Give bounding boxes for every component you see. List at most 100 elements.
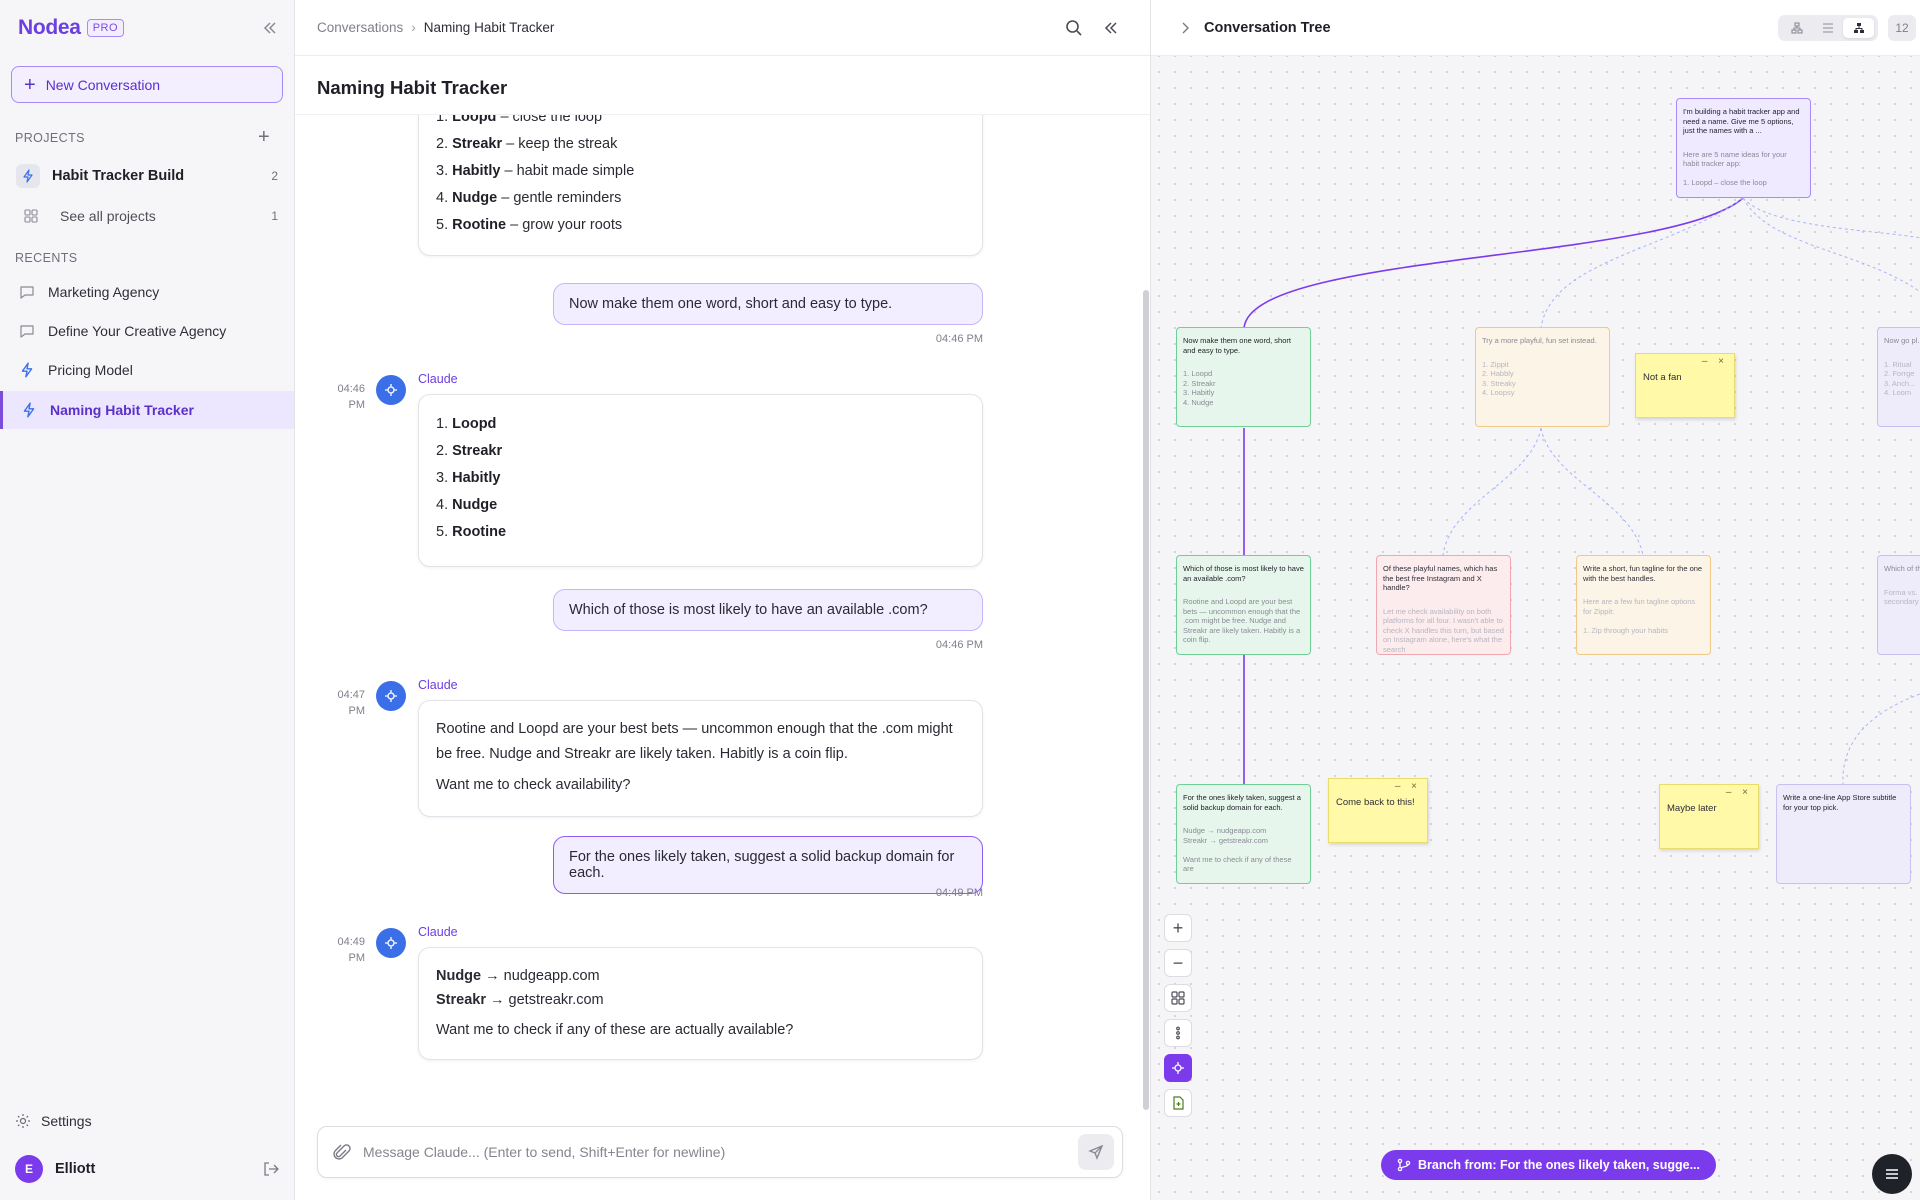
message-timestamp: 04:46 PM	[935, 333, 983, 345]
node-answer: 1. Zippit 2. Habbly 3. Streaky 4. Loopsy	[1482, 359, 1516, 398]
collapse-sidebar-icon[interactable]	[260, 18, 280, 38]
list-item: 3. Habitly	[436, 470, 501, 486]
chevron-right-icon: ›	[411, 20, 416, 35]
add-project-icon[interactable]: +	[258, 126, 270, 149]
grid-icon	[22, 207, 40, 225]
menu-icon	[1886, 1169, 1898, 1179]
logout-icon[interactable]	[262, 1160, 280, 1178]
zoom-out-button[interactable]: −	[1164, 949, 1192, 977]
tree-view-icon[interactable]	[1781, 18, 1812, 38]
edge-active	[1243, 197, 1744, 329]
chat-scrollbar[interactable]	[1143, 290, 1149, 1110]
sidebar-item-marketing-agency[interactable]: Marketing Agency	[0, 274, 294, 310]
tree-node[interactable]: Write a one-line App Store subtitle for …	[1776, 784, 1911, 884]
zoom-in-button[interactable]: +	[1164, 914, 1192, 942]
user-profile[interactable]: E Elliott	[15, 1155, 95, 1183]
search-icon[interactable]	[1064, 18, 1084, 38]
sidebar-project-habit-tracker[interactable]: Habit Tracker Build 2	[0, 158, 294, 194]
message-text: Streakr → getstreakr.com	[436, 992, 604, 1008]
sidebar: Nodea PRO + New Conversation PROJECTS + …	[0, 0, 295, 1200]
settings-label: Settings	[41, 1113, 92, 1129]
assistant-name: Claude	[418, 678, 458, 692]
new-conversation-button[interactable]: + New Conversation	[11, 66, 283, 103]
tree-node[interactable]: Try a more playful, fun set instead. 1. …	[1475, 327, 1610, 427]
send-button[interactable]	[1078, 1134, 1114, 1170]
tree-node[interactable]: Write a short, fun tagline for the one w…	[1576, 555, 1711, 655]
sidebar-see-all-projects[interactable]: See all projects 1	[0, 198, 294, 234]
paperclip-icon[interactable]	[332, 1143, 352, 1163]
branch-from-button[interactable]: Branch from: For the ones likely taken, …	[1381, 1150, 1717, 1180]
breadcrumb-root[interactable]: Conversations	[317, 20, 403, 35]
tree-node-root[interactable]: I'm building a habit tracker app and nee…	[1676, 98, 1811, 198]
message-list[interactable]: 1. Loopd – close the loop 2. Streakr – k…	[295, 114, 1150, 1104]
message-text: Want me to check availability?	[436, 777, 631, 793]
tree-node[interactable]: Which of th... a clean log... Forma vs. …	[1877, 555, 1920, 655]
assistant-message: Nudge → nudgeapp.com Streakr → getstreak…	[418, 947, 983, 1060]
new-conversation-label: New Conversation	[45, 76, 161, 93]
brand-name: Nodea	[18, 16, 81, 39]
list-item: 1. Loopd	[436, 416, 497, 432]
sidebar-item-naming-habit-tracker[interactable]: Naming Habit Tracker	[0, 391, 294, 429]
conversation-tree-panel[interactable]: Conversation Tree 12 I'm building a habi…	[1150, 0, 1920, 1200]
collapse-chat-icon[interactable]	[1101, 18, 1121, 38]
project-count: 2	[271, 169, 278, 183]
name-list: 1. Loopd – close the loop 2. Streakr – k…	[436, 115, 965, 239]
view-toggle	[1778, 15, 1878, 41]
message-input[interactable]: Message Claude... (Enter to send, Shift+…	[363, 1144, 725, 1160]
tree-node[interactable]: Now make them one word, short and easy t…	[1176, 327, 1311, 427]
node-question: Which of those is most likely to have an…	[1183, 564, 1304, 583]
project-label: Habit Tracker Build	[52, 168, 185, 184]
bolt-icon	[20, 401, 38, 419]
user-message-selected[interactable]: For the ones likely taken, suggest a sol…	[553, 836, 983, 894]
sidebar-item-define-creative-agency[interactable]: Define Your Creative Agency	[0, 313, 294, 349]
canvas-tools: + −	[1164, 914, 1192, 1124]
node-answer: Rootine and Loopd are your best bets — u…	[1183, 597, 1301, 644]
user-message[interactable]: Now make them one word, short and easy t…	[553, 283, 983, 325]
message-composer[interactable]: Message Claude... (Enter to send, Shift+…	[317, 1126, 1123, 1178]
tree-node[interactable]: Which of those is most likely to have an…	[1176, 555, 1311, 655]
breadcrumb: Conversations › Naming Habit Tracker	[317, 20, 554, 35]
chat-panel: Conversations › Naming Habit Tracker Nam…	[295, 0, 1150, 1200]
fit-view-button[interactable]	[1164, 984, 1192, 1012]
message-timestamp: 04:47 PM	[337, 689, 365, 717]
recent-label: Pricing Model	[48, 362, 133, 378]
edge-branch	[1842, 693, 1920, 785]
recent-label: Marketing Agency	[48, 284, 160, 300]
send-icon	[1088, 1144, 1104, 1160]
node-question: Of these playful names, which has the be…	[1383, 564, 1498, 592]
tree-node[interactable]: Of these playful names, which has the be…	[1376, 555, 1511, 655]
message-text: Want me to check if any of these are act…	[436, 1022, 794, 1038]
node-question: For the ones likely taken, suggest a sol…	[1183, 793, 1301, 812]
tree-node-selected[interactable]: For the ones likely taken, suggest a sol…	[1176, 784, 1311, 884]
user-name: Elliott	[55, 1161, 96, 1177]
focus-mode-button[interactable]	[1164, 1054, 1192, 1082]
node-answer: 1. Loopd 2. Streakr 3. Habitly 4. Nudge	[1183, 369, 1216, 407]
chat-topbar: Conversations › Naming Habit Tracker	[295, 0, 1150, 56]
settings-button[interactable]: Settings	[15, 1113, 92, 1129]
list-item: 4. Nudge	[436, 497, 498, 513]
list-view-icon[interactable]	[1812, 18, 1843, 38]
sticky-controls-icon[interactable]: – ×	[1395, 781, 1421, 792]
node-question: Now go pl... kind of nam...	[1884, 336, 1920, 345]
chevron-right-icon[interactable]	[1176, 19, 1194, 37]
list-item: 5. Rootine – grow your roots	[436, 217, 623, 233]
tree-node[interactable]: Now go pl... kind of nam... 1. Ritual 2.…	[1877, 327, 1920, 427]
sticky-text: Come back to this!	[1336, 797, 1415, 808]
recent-label: Define Your Creative Agency	[48, 323, 227, 339]
sticky-controls-icon[interactable]: – ×	[1726, 787, 1752, 798]
sticky-controls-icon[interactable]: – ×	[1702, 356, 1728, 367]
sidebar-item-pricing-model[interactable]: Pricing Model	[0, 352, 294, 388]
node-question: Write a short, fun tagline for the one w…	[1583, 564, 1703, 583]
sticky-note[interactable]: – × Come back to this!	[1328, 778, 1428, 843]
vertical-layout-button[interactable]	[1164, 1019, 1192, 1047]
message-text: Nudge → nudgeapp.com	[436, 968, 600, 984]
user-message[interactable]: Which of those is most likely to have an…	[553, 589, 983, 631]
add-note-button[interactable]	[1164, 1089, 1192, 1117]
message-timestamp: 04:49 PM	[935, 887, 983, 899]
node-answer: 1. Ritual 2. Forrge 3. Anch... 4. Loom	[1884, 359, 1916, 398]
sticky-note[interactable]: – × Not a fan	[1635, 353, 1735, 418]
menu-fab-button[interactable]	[1872, 1154, 1912, 1194]
graph-view-icon[interactable]	[1843, 18, 1874, 38]
sticky-note[interactable]: – × Maybe later	[1659, 784, 1759, 849]
brand[interactable]: Nodea PRO	[18, 16, 125, 40]
